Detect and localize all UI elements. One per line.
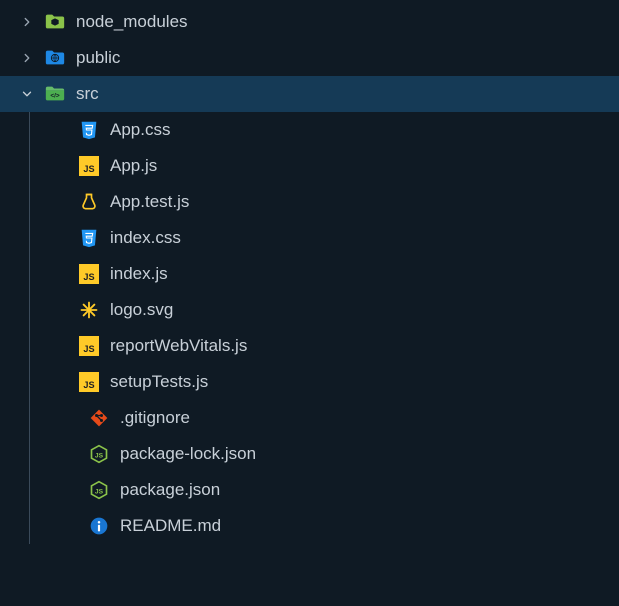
indent-guide — [29, 112, 30, 148]
info-icon — [88, 515, 110, 537]
svg-text:JS: JS — [95, 488, 104, 495]
test-icon — [78, 191, 100, 213]
file-row-setuptests[interactable]: JS setupTests.js — [0, 364, 619, 400]
file-label: logo.svg — [110, 300, 173, 320]
file-label: App.css — [110, 120, 170, 140]
file-row-app-js[interactable]: JS App.js — [0, 148, 619, 184]
svg-text:</>: </> — [50, 93, 60, 100]
indent-guide — [29, 184, 30, 220]
git-icon — [88, 407, 110, 429]
file-row-package-lock[interactable]: JS package-lock.json — [0, 436, 619, 472]
chevron-right-icon — [18, 13, 36, 31]
file-row-app-test[interactable]: App.test.js — [0, 184, 619, 220]
folder-label: public — [76, 48, 120, 68]
file-label: .gitignore — [120, 408, 190, 428]
folder-src-icon: </> — [44, 83, 66, 105]
folder-label: node_modules — [76, 12, 188, 32]
chevron-right-icon — [18, 49, 36, 67]
js-icon: JS — [78, 371, 100, 393]
svg-text:JS: JS — [95, 452, 104, 459]
svg-text:JS: JS — [83, 272, 94, 282]
js-icon: JS — [78, 335, 100, 357]
svg-text:JS: JS — [83, 164, 94, 174]
svg-text:JS: JS — [83, 380, 94, 390]
indent-guide — [29, 256, 30, 292]
indent-guide — [29, 436, 30, 472]
file-row-app-css[interactable]: App.css — [0, 112, 619, 148]
indent-guide — [29, 328, 30, 364]
svg-text:JS: JS — [83, 344, 94, 354]
file-row-readme[interactable]: README.md — [0, 508, 619, 544]
file-label: App.js — [110, 156, 157, 176]
indent-guide — [29, 508, 30, 544]
file-label: README.md — [120, 516, 221, 536]
indent-guide — [29, 400, 30, 436]
nodejs-icon: JS — [88, 479, 110, 501]
indent-guide — [29, 472, 30, 508]
css-icon — [78, 119, 100, 141]
folder-row-node-modules[interactable]: node_modules — [0, 4, 619, 40]
folder-row-public[interactable]: public — [0, 40, 619, 76]
indent-guide — [29, 364, 30, 400]
indent-guide — [29, 148, 30, 184]
file-row-package-json[interactable]: JS package.json — [0, 472, 619, 508]
indent-guide — [29, 220, 30, 256]
file-label: App.test.js — [110, 192, 189, 212]
js-icon: JS — [78, 263, 100, 285]
file-label: index.css — [110, 228, 181, 248]
file-label: setupTests.js — [110, 372, 208, 392]
file-row-reportwebvitals[interactable]: JS reportWebVitals.js — [0, 328, 619, 364]
chevron-down-icon — [18, 85, 36, 103]
file-row-gitignore[interactable]: .gitignore — [0, 400, 619, 436]
folder-label: src — [76, 84, 99, 104]
file-label: package.json — [120, 480, 220, 500]
css-icon — [78, 227, 100, 249]
nodejs-icon: JS — [88, 443, 110, 465]
indent-guide — [29, 292, 30, 328]
svg-icon — [78, 299, 100, 321]
file-explorer-tree: node_modules public </> src App.css — [0, 4, 619, 544]
file-row-index-js[interactable]: JS index.js — [0, 256, 619, 292]
folder-row-src[interactable]: </> src — [0, 76, 619, 112]
folder-node-icon — [44, 11, 66, 33]
file-label: index.js — [110, 264, 168, 284]
file-row-index-css[interactable]: index.css — [0, 220, 619, 256]
folder-public-icon — [44, 47, 66, 69]
file-label: reportWebVitals.js — [110, 336, 247, 356]
file-row-logo-svg[interactable]: logo.svg — [0, 292, 619, 328]
js-icon: JS — [78, 155, 100, 177]
file-label: package-lock.json — [120, 444, 256, 464]
